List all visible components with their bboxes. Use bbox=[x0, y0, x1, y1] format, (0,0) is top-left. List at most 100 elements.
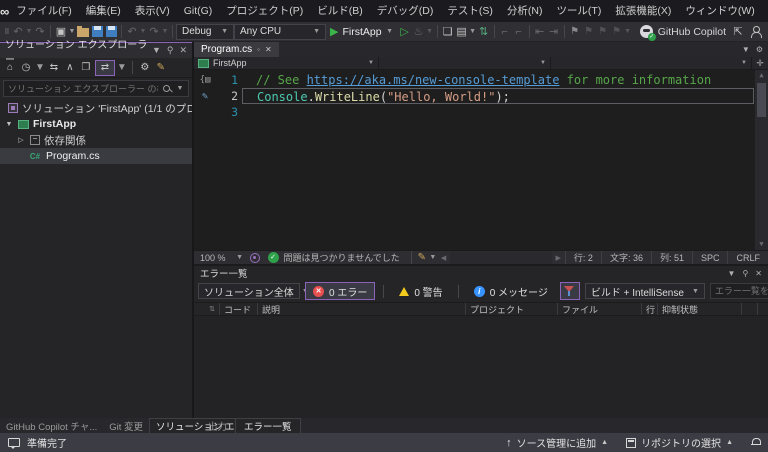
indent-decrease-icon[interactable]: ⇤ bbox=[533, 24, 547, 40]
link-token[interactable]: https://aka.ms/new-console-template bbox=[307, 73, 560, 87]
column-description[interactable]: 説明 bbox=[258, 303, 466, 315]
chevron-down-icon[interactable]: ▼ bbox=[161, 24, 169, 40]
health-indicator[interactable]: ✓ 問題は見つかりませんでした bbox=[260, 251, 408, 264]
cursor-column-indicator[interactable]: 列: 51 bbox=[650, 251, 692, 264]
code-line-2[interactable]: ✎ 2 Console.WriteLine("Hello, World!"); bbox=[194, 88, 768, 104]
pin-icon[interactable]: ⚲ bbox=[167, 45, 174, 56]
share-icon[interactable]: ⇱ bbox=[731, 24, 745, 40]
menu-edit[interactable]: 編集(E) bbox=[79, 0, 128, 22]
error-list-search[interactable]: ▼ bbox=[709, 283, 768, 299]
solution-explorer-header[interactable]: ソリューション エクスプローラー ▼ ⚲ ✕ bbox=[0, 40, 192, 66]
switch-views-icon[interactable]: ⇆ bbox=[47, 60, 61, 76]
undo-icon[interactable]: ↶ bbox=[125, 24, 139, 40]
chevron-down-icon[interactable]: ▼ bbox=[35, 60, 45, 76]
menu-extensions[interactable]: 拡張機能(X) bbox=[608, 0, 678, 22]
menu-view[interactable]: 表示(V) bbox=[128, 0, 177, 22]
sync-with-active-document-button[interactable]: ⇄ bbox=[94, 59, 115, 76]
chevron-down-icon[interactable]: ▼ bbox=[624, 24, 632, 40]
close-icon[interactable]: ✕ bbox=[179, 45, 187, 56]
chevron-down-icon[interactable]: ▼ bbox=[139, 24, 147, 40]
collapse-all-icon[interactable]: ∧ bbox=[63, 60, 77, 76]
menu-test[interactable]: テスト(S) bbox=[440, 0, 500, 22]
prev-bookmark-icon[interactable]: ⚑ bbox=[582, 24, 596, 40]
line-ending-indicator[interactable]: CRLF bbox=[727, 251, 768, 264]
github-copilot-badge[interactable]: ✓ GitHub Copilot ⇱ bbox=[639, 24, 765, 41]
scroll-right-icon[interactable]: ▶ bbox=[552, 254, 565, 262]
error-list-header[interactable]: エラー一覧 ▼ ⚲ ✕ bbox=[194, 266, 768, 281]
start-debugging-button[interactable]: ▶ FirstApp ▼ bbox=[326, 24, 398, 40]
menu-debug[interactable]: デバッグ(D) bbox=[370, 0, 441, 22]
tree-item-program-cs[interactable]: C# Program.cs bbox=[0, 148, 192, 164]
menu-tools[interactable]: ツール(T) bbox=[549, 0, 608, 22]
gear-icon[interactable]: ⚙ bbox=[756, 45, 763, 54]
tab-list-dropdown-icon[interactable]: ▼ bbox=[742, 45, 750, 54]
solution-explorer-search[interactable]: ▼ bbox=[3, 80, 189, 97]
tree-item-dependencies[interactable]: ▷ 依存関係 bbox=[0, 132, 192, 148]
split-window-icon[interactable]: ✛ bbox=[752, 57, 768, 69]
menu-analyze[interactable]: 分析(N) bbox=[500, 0, 550, 22]
horizontal-scrollbar[interactable]: ◀ ▶ bbox=[437, 251, 565, 264]
code-line-3[interactable]: 3 bbox=[194, 104, 768, 120]
navigate-forward-icon[interactable]: ↷ bbox=[33, 24, 47, 40]
menu-help[interactable]: ヘルプ(H) bbox=[762, 0, 768, 22]
error-search-input[interactable] bbox=[714, 286, 768, 296]
toggle-bookmark-icon[interactable]: ⚑ bbox=[568, 24, 582, 40]
type-dropdown[interactable]: ▼ bbox=[379, 57, 551, 69]
scroll-down-icon[interactable]: ▼ bbox=[759, 239, 763, 250]
send-feedback-icon[interactable] bbox=[750, 26, 762, 38]
cursor-line-indicator[interactable]: 行: 2 bbox=[564, 251, 601, 264]
menu-project[interactable]: プロジェクト(P) bbox=[219, 0, 310, 22]
step-into-icon[interactable]: ⌐ bbox=[512, 24, 526, 40]
properties-icon[interactable]: ❐ bbox=[79, 60, 93, 76]
code-editor[interactable]: {▤ 1 // See https://aka.ms/new-console-t… bbox=[194, 70, 768, 250]
add-to-source-control-button[interactable]: ↑ ソース管理に追加 ▲ bbox=[506, 435, 608, 451]
configuration-dropdown[interactable]: Debug ▼ bbox=[176, 23, 234, 40]
clear-bookmarks-icon[interactable]: ⚑ bbox=[610, 24, 624, 40]
notifications-bell-icon[interactable] bbox=[751, 438, 761, 447]
source-filter-dropdown[interactable]: ビルド + IntelliSense ▼ bbox=[584, 283, 705, 299]
tree-item-project[interactable]: ▼ FirstApp bbox=[0, 116, 192, 132]
sync-namespaces-icon[interactable]: ⇅ bbox=[477, 24, 491, 40]
pending-changes-filter-icon[interactable]: ◷ bbox=[19, 60, 33, 76]
tab-output[interactable]: 出力 bbox=[200, 418, 235, 433]
code-line-1[interactable]: {▤ 1 // See https://aka.ms/new-console-t… bbox=[194, 72, 768, 88]
chevron-down-icon[interactable]: ▼ bbox=[426, 24, 434, 40]
tab-error-list[interactable]: エラー一覧 bbox=[235, 418, 301, 433]
errors-filter-button[interactable]: ✕ 0 エラー bbox=[305, 282, 376, 300]
tab-program-cs[interactable]: Program.cs ◦ ✕ bbox=[194, 42, 279, 57]
project-dropdown[interactable]: FirstApp ▼ bbox=[194, 57, 379, 69]
indent-increase-icon[interactable]: ⇥ bbox=[547, 24, 561, 40]
preview-icon[interactable]: ✎ bbox=[154, 60, 168, 76]
start-without-debugging-icon[interactable]: ▷ bbox=[398, 24, 412, 40]
error-list-body[interactable] bbox=[194, 316, 768, 418]
severity-column[interactable]: ⇅ bbox=[194, 303, 220, 315]
tab-github-copilot-chat[interactable]: GitHub Copilot チャ... bbox=[0, 418, 103, 433]
redo-icon[interactable]: ↷ bbox=[147, 24, 161, 40]
pin-icon[interactable]: ⚲ bbox=[742, 269, 748, 278]
menu-git[interactable]: Git(G) bbox=[177, 0, 220, 22]
close-icon[interactable]: ✕ bbox=[755, 269, 762, 278]
next-bookmark-icon[interactable]: ⚑ bbox=[596, 24, 610, 40]
menu-window[interactable]: ウィンドウ(W) bbox=[678, 0, 761, 22]
warnings-filter-button[interactable]: 0 警告 bbox=[392, 282, 449, 300]
chevron-down-icon[interactable]: ▼ bbox=[25, 24, 33, 40]
hot-reload-icon[interactable]: ♨ bbox=[412, 24, 426, 40]
vertical-scrollbar[interactable]: ▲ ▼ bbox=[755, 70, 768, 250]
solution-search-input[interactable] bbox=[8, 83, 158, 94]
scroll-up-icon[interactable]: ▲ bbox=[759, 70, 763, 81]
quick-actions-icon[interactable]: ✎ bbox=[194, 91, 216, 102]
column-project[interactable]: プロジェクト bbox=[466, 303, 558, 315]
chevron-down-icon[interactable]: ▼ bbox=[117, 60, 127, 76]
spaces-indicator[interactable]: SPC bbox=[691, 251, 728, 264]
menu-file[interactable]: ファイル(F) bbox=[9, 0, 78, 22]
expanded-arrow-icon[interactable]: ▼ bbox=[4, 121, 14, 128]
scroll-left-icon[interactable]: ◀ bbox=[437, 254, 450, 262]
filter-button[interactable] bbox=[559, 282, 580, 300]
scrollbar-thumb[interactable] bbox=[757, 83, 766, 117]
navigate-back-icon[interactable]: ↶ bbox=[11, 24, 25, 40]
column-line[interactable]: 行 bbox=[642, 303, 658, 315]
menu-build[interactable]: ビルド(B) bbox=[310, 0, 370, 22]
member-dropdown[interactable]: ▼ bbox=[551, 57, 752, 69]
document-health-icon[interactable] bbox=[249, 252, 260, 263]
select-repository-button[interactable]: リポジトリの選択 ▲ bbox=[626, 435, 733, 450]
